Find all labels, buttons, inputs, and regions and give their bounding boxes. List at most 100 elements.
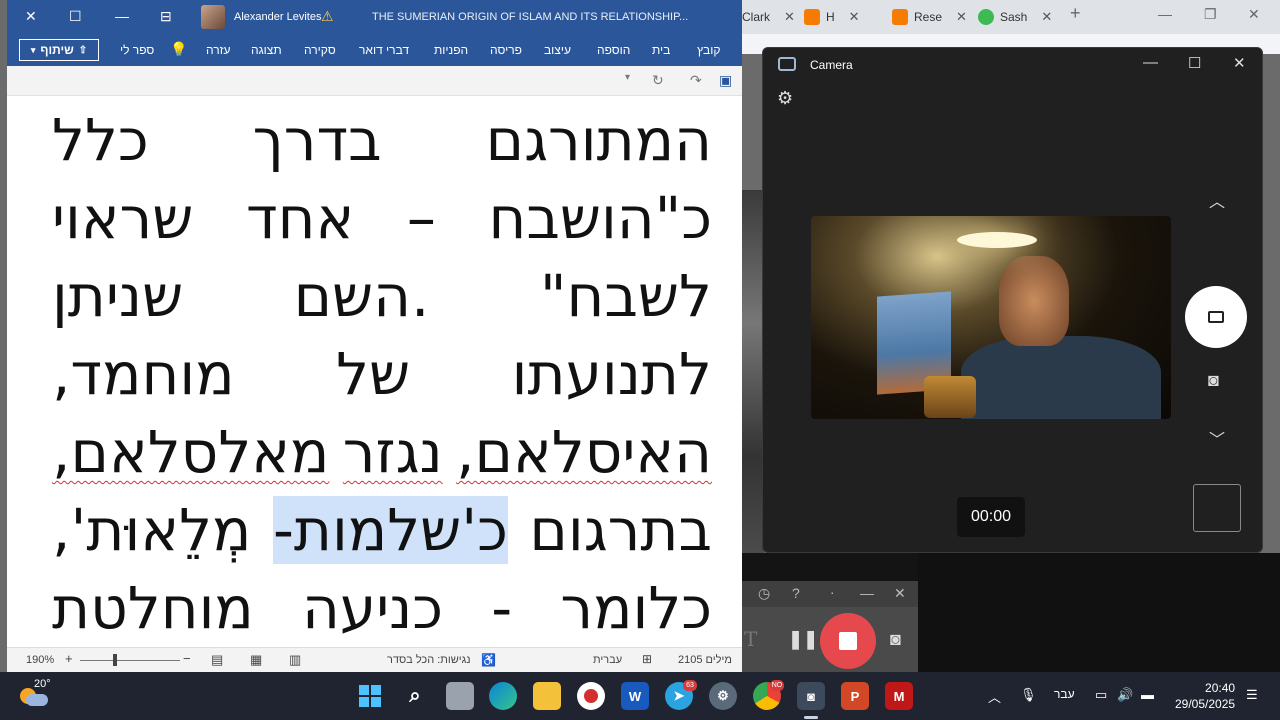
zoom-slider-thumb[interactable]	[113, 654, 117, 666]
clock-icon[interactable]: ◷	[758, 585, 770, 602]
word-text: מאלסלאם,	[52, 418, 330, 486]
close-icon[interactable]: ✕	[1041, 9, 1052, 25]
powerpoint-icon[interactable]: P	[841, 682, 869, 710]
word-icon[interactable]: W	[621, 682, 649, 710]
zoom-level[interactable]: 190%	[26, 654, 54, 666]
document-line-2: כ"הושבח – אחד שראוי	[52, 184, 712, 252]
notifications-icon[interactable]: ☰	[1246, 687, 1258, 703]
ribbon-display-icon[interactable]: ⊟	[160, 8, 172, 25]
help-icon[interactable]: ?	[792, 585, 800, 601]
chevron-down-icon[interactable]: ﹀	[1209, 426, 1225, 450]
minimize-icon[interactable]: —	[1158, 6, 1172, 22]
chrome-badge: NO	[770, 680, 784, 691]
maximize-icon[interactable]: ❐	[1204, 6, 1217, 23]
battery-icon[interactable]: ▬	[1141, 687, 1154, 702]
accessibility-icon[interactable]: ♿	[481, 653, 496, 667]
avatar[interactable]	[201, 5, 225, 29]
camera-app-icon[interactable]: ◙	[797, 682, 825, 710]
temperature: 20°	[34, 678, 51, 690]
zoom-in-button[interactable]: +	[65, 651, 73, 666]
tab-references[interactable]: הפניות	[434, 43, 468, 57]
volume-icon[interactable]: 🔊	[1117, 687, 1133, 703]
tab-home[interactable]: בית	[652, 43, 670, 57]
file-explorer-icon[interactable]	[533, 682, 561, 710]
tab-view[interactable]: תצוגה	[251, 43, 282, 57]
chevron-up-icon[interactable]: ︿	[1209, 188, 1225, 212]
video-mode-button[interactable]	[1185, 286, 1247, 348]
system-clock[interactable]: 20:40 29/05/2025	[1175, 680, 1235, 712]
search-icon[interactable]: ⌕	[401, 682, 429, 710]
recorder-icon[interactable]	[577, 682, 605, 710]
tab-insert[interactable]: הוספה	[597, 43, 630, 57]
browser-tab-3[interactable]: Rese ✕	[892, 4, 967, 30]
close-icon[interactable]: ✕	[849, 9, 860, 25]
lightbulb-icon[interactable]: 💡	[170, 41, 187, 58]
photo-mode-icon[interactable]: ◙	[1208, 370, 1219, 391]
close-icon[interactable]: ✕	[1233, 54, 1246, 72]
tell-me[interactable]: ספר לי	[120, 43, 154, 57]
new-tab-button[interactable]: +	[1070, 3, 1081, 24]
text-tool-icon[interactable]: T	[744, 627, 757, 651]
chevron-up-icon[interactable]: ︿	[988, 687, 1001, 706]
stop-recording-button[interactable]	[820, 613, 876, 669]
mcafee-icon[interactable]: M	[885, 682, 913, 710]
document-line-6: בתרגום כ'שלמות- מְלֵאוּת',	[52, 496, 712, 564]
share-label: שיתוף	[40, 43, 74, 57]
microphone-icon[interactable]: 🎙	[1020, 687, 1037, 703]
input-language[interactable]: עבר	[1054, 687, 1075, 701]
close-icon[interactable]: ✕	[25, 8, 37, 25]
close-icon[interactable]: ✕	[894, 585, 906, 602]
screenshot-icon[interactable]: ◙	[890, 629, 901, 650]
start-icon[interactable]	[356, 682, 384, 710]
read-mode-icon[interactable]: ▥	[289, 652, 301, 668]
tab-help[interactable]: עזרה	[206, 43, 231, 57]
maximize-icon[interactable]: ☐	[1188, 54, 1201, 72]
zoom-out-button[interactable]: −	[183, 651, 191, 666]
maximize-icon[interactable]: ☐	[69, 8, 82, 25]
language-status[interactable]: עברית	[593, 654, 622, 666]
minimize-icon[interactable]: —	[1143, 54, 1158, 71]
document-body[interactable]: המתורגם בדרך כלל כ"הושבח – אחד שראוי לשב…	[7, 96, 742, 647]
browser-tab-4[interactable]: Sash ✕	[978, 4, 1052, 30]
save-icon[interactable]: ▣	[719, 72, 732, 89]
edge-icon[interactable]	[489, 682, 517, 710]
close-icon[interactable]: ✕	[956, 9, 967, 25]
close-icon[interactable]: ✕	[1248, 6, 1260, 23]
tab-review[interactable]: סקירה	[304, 43, 336, 57]
minimize-icon[interactable]: —	[860, 585, 874, 601]
customize-qat-icon[interactable]: ▾	[625, 72, 630, 83]
word-window: ✕ ☐ — ⊟ Alexander Levites ⚠ THE SUMERIAN…	[7, 0, 742, 672]
preview-jar	[924, 376, 976, 418]
word-text: מְלֵאוּת',	[52, 496, 252, 564]
tab-file[interactable]: קובץ	[697, 43, 720, 57]
word-count[interactable]: 2105 מילים	[678, 654, 732, 666]
more-icon[interactable]: ⋅	[830, 585, 834, 602]
print-layout-icon[interactable]: ▦	[250, 652, 262, 668]
blogger-icon	[892, 9, 908, 25]
tab-mailings[interactable]: דברי דואר	[359, 43, 409, 57]
tab-design[interactable]: עיצוב	[544, 43, 571, 57]
minimize-icon[interactable]: —	[115, 8, 129, 24]
browser-tab-1[interactable]: Clark ✕	[742, 4, 795, 30]
settings-icon[interactable]: ⚙	[777, 88, 793, 109]
accessibility-status[interactable]: נגישות: הכל בסדר	[387, 654, 471, 666]
close-icon[interactable]: ✕	[784, 9, 795, 25]
recording-timer: 00:00	[957, 497, 1025, 537]
task-view-icon[interactable]	[446, 682, 474, 710]
browser-tab-2[interactable]: H ✕	[804, 4, 860, 30]
share-button[interactable]: ▾ שיתוף ⇧	[19, 39, 99, 61]
gallery-thumbnail[interactable]	[1193, 484, 1241, 532]
camera-preview	[811, 216, 1171, 419]
pause-icon[interactable]: ❚❚	[788, 629, 818, 650]
warning-icon[interactable]: ⚠	[321, 8, 334, 25]
web-layout-icon[interactable]: ▤	[211, 652, 223, 668]
tab-layout[interactable]: פריסה	[490, 43, 522, 57]
user-name: Alexander Levites	[234, 11, 322, 23]
document-line-4: לתנועתו של מוחמד,	[52, 340, 712, 408]
zoom-slider[interactable]	[80, 660, 180, 661]
settings-icon[interactable]: ⚙	[709, 682, 737, 710]
network-icon[interactable]: ▭	[1095, 687, 1107, 703]
redo-icon[interactable]: ↻	[652, 72, 664, 89]
undo-icon[interactable]: ↷	[690, 72, 702, 89]
proofing-icon[interactable]: ⊞	[642, 652, 652, 666]
